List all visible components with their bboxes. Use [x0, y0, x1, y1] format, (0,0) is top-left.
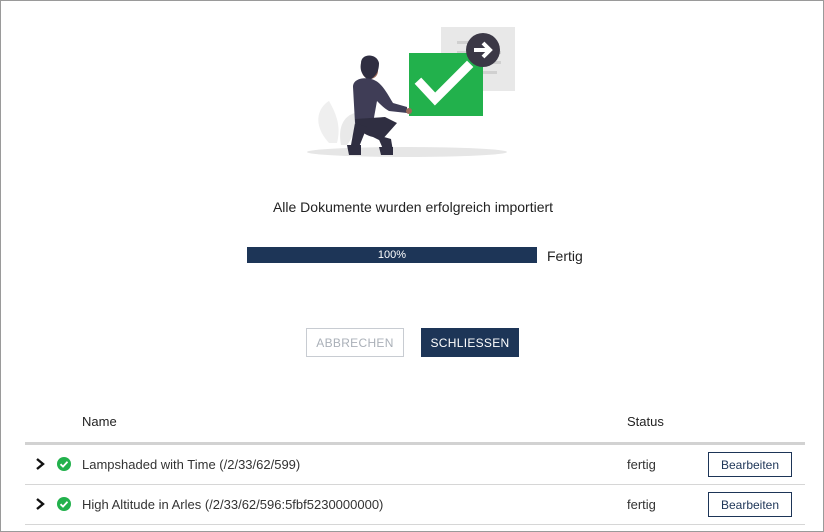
edit-button[interactable]: Bearbeiten: [708, 492, 792, 517]
import-dialog: Alle Dokumente wurden erfolgreich import…: [0, 0, 824, 532]
chevron-right-icon[interactable]: [33, 497, 47, 511]
progress-percent-label: 100%: [377, 249, 407, 261]
document-name: Lampshaded with Time (/2/33/62/599): [82, 457, 301, 472]
cancel-button[interactable]: ABBRECHEN: [306, 328, 404, 357]
close-button[interactable]: SCHLIESSEN: [421, 328, 519, 357]
edit-button[interactable]: Bearbeiten: [708, 452, 792, 477]
documents-table: Name Status Lampshaded with Time (/2/33/…: [25, 405, 805, 525]
document-name: High Altitude in Arles (/2/33/62/596:5fb…: [82, 497, 384, 512]
check-circle-icon: [57, 497, 71, 511]
document-status: fertig: [627, 497, 656, 512]
check-circle-icon: [57, 457, 71, 471]
progress-status-label: Fertig: [547, 248, 583, 264]
import-success-illustration: [307, 27, 515, 157]
column-header-name: Name: [82, 414, 117, 429]
import-success-message: Alle Dokumente wurden erfolgreich import…: [272, 199, 554, 215]
progress-bar: 100%: [247, 247, 537, 263]
table-row: High Altitude in Arles (/2/33/62/596:5fb…: [25, 485, 805, 525]
document-status: fertig: [627, 457, 656, 472]
table-header: Name Status: [25, 405, 805, 445]
column-header-status: Status: [627, 414, 664, 429]
table-row: Lampshaded with Time (/2/33/62/599) fert…: [25, 445, 805, 485]
chevron-right-icon[interactable]: [33, 457, 47, 471]
